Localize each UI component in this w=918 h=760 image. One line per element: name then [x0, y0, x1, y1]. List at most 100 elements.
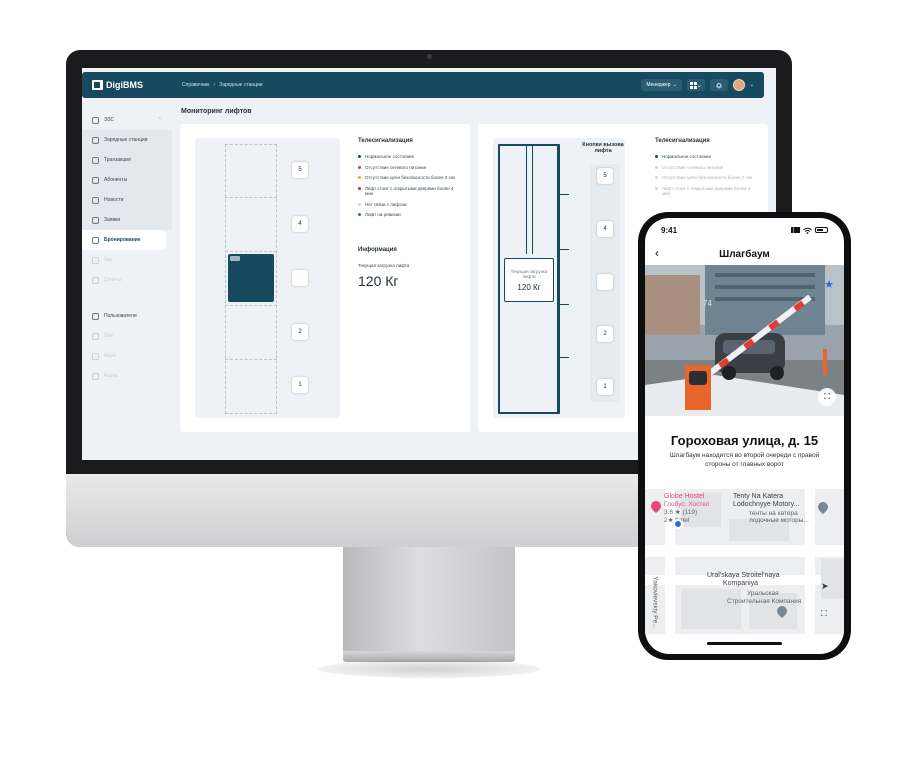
- station-icon: [92, 136, 99, 144]
- chevron-down-icon: ⌄: [672, 82, 677, 88]
- legend-item: Лифт стоит с открытыми дверями более 4 м…: [655, 186, 755, 197]
- map-label-tenty: Tenty Na Katera: [733, 493, 784, 500]
- imac-stand: [343, 547, 515, 654]
- floor-button[interactable]: [292, 270, 308, 286]
- elevator-card-left: 5 4 2 1 Телесигнализация Нормальное сост…: [180, 124, 470, 432]
- legend-item: Отсутствие сетевого питания: [655, 165, 755, 171]
- sidebar-item-step[interactable]: Шаг: [82, 326, 172, 346]
- chevron-down-icon[interactable]: ⌄: [750, 82, 754, 88]
- elevator-cabin[interactable]: Текущая загрузка лифта 120 Кг: [504, 258, 554, 302]
- barrier-photo-image: [645, 265, 844, 416]
- edit-icon: [92, 332, 99, 340]
- place-pin-icon[interactable]: [777, 606, 787, 618]
- sidebar-item-subscribers[interactable]: Абоненты: [82, 170, 172, 190]
- page-title: Мониторинг лифтов: [181, 108, 252, 115]
- sidebar-item-chat[interactable]: Чат: [82, 250, 172, 270]
- camera-icon: [230, 256, 240, 261]
- screen-title: Шлагбаум: [719, 248, 770, 260]
- info-title: Информация: [358, 247, 397, 253]
- sidebar-item-transactions[interactable]: Транзакции: [82, 150, 172, 170]
- notifications-button[interactable]: [709, 79, 728, 91]
- battery-icon: [815, 227, 828, 233]
- barrier-photo[interactable]: 74: [645, 265, 844, 416]
- grid-icon: [689, 81, 697, 89]
- fullscreen-icon[interactable]: ⛶: [818, 388, 836, 406]
- sidebar-item-news[interactable]: Новости: [82, 190, 172, 210]
- requests-icon: [92, 216, 99, 224]
- logo-icon: [92, 80, 103, 90]
- telesignal-title: Телесигнализация: [655, 138, 710, 144]
- breadcrumb-separator: ›: [213, 82, 216, 88]
- call-button[interactable]: 4: [597, 221, 613, 237]
- signal-icon: [791, 227, 800, 233]
- sidebar-item-charging-stations[interactable]: Зарядные станции: [82, 130, 172, 150]
- sidebar-item-map[interactable]: Карта: [82, 366, 172, 386]
- stand-shadow: [318, 660, 540, 678]
- legend-item: Отсутствие цепи безопасности более 2 сек: [655, 175, 755, 181]
- floor-button[interactable]: 1: [292, 377, 308, 393]
- chevron-down-icon: ⌄: [696, 82, 702, 89]
- role-label: Менеджер: [646, 82, 671, 88]
- legend-item: Лифт стоит с открытыми дверями более 4 м…: [358, 186, 458, 197]
- map[interactable]: Globe Hostel Глобус. Хостел 3.6 ★ (119) …: [645, 489, 844, 634]
- status-time: 9:41: [661, 225, 678, 235]
- map-label-tenty-ru-2: лодочные моторы...: [749, 517, 809, 524]
- map-label-globe-ru: Глобус. Хостел: [664, 501, 710, 508]
- location-dot: [673, 519, 683, 529]
- status-bar: 9:41: [645, 218, 844, 242]
- call-button[interactable]: 5: [597, 168, 613, 184]
- logo[interactable]: DigiBMS: [92, 80, 182, 90]
- sidebar-item-booking[interactable]: Бронирование: [82, 230, 166, 250]
- chevron-up-icon: ⌃: [157, 117, 162, 123]
- address-title: Гороховая улица, д. 15: [670, 433, 819, 448]
- fullscreen-icon[interactable]: ⛶: [821, 609, 827, 619]
- transactions-icon: [92, 156, 99, 164]
- load-label: Текущая загрузка лифта: [510, 268, 548, 279]
- breadcrumb-item[interactable]: Справочник: [182, 82, 210, 88]
- legend-item: Нормальное состояние: [655, 154, 755, 160]
- map-label-ural-2: Kompaniya: [723, 580, 759, 587]
- star-icon[interactable]: ★: [821, 276, 837, 292]
- map-label-ural-ru: Уральская: [747, 590, 779, 597]
- navigate-icon[interactable]: ➤: [821, 581, 829, 592]
- logo-text: DigiBMS: [106, 80, 143, 90]
- avatar[interactable]: [732, 79, 745, 91]
- map-label-tenty-2: Lodochnyye Motory...: [733, 501, 800, 508]
- role-dropdown[interactable]: Менеджер ⌄: [641, 79, 682, 91]
- load-value: 120 Кг: [358, 273, 399, 289]
- apps-grid-button[interactable]: ⌄: [686, 79, 705, 91]
- status-legend: Нормальное состояние Отсутствие сетевого…: [358, 154, 458, 218]
- map-label-ural: Ural'skaya Stroitel'naya: [707, 572, 780, 579]
- legend-item: Лифт на ревизии: [358, 212, 458, 218]
- wifi-icon: [803, 227, 812, 234]
- load-value: 120 Кг: [517, 282, 541, 292]
- place-pin-icon[interactable]: [818, 502, 828, 514]
- sidebar-item-ezs[interactable]: ЭЗС ⌃: [82, 110, 172, 130]
- building-number: 74: [703, 299, 712, 308]
- sidebar-item-requests[interactable]: Заявки: [82, 210, 172, 230]
- call-button[interactable]: [597, 274, 613, 290]
- sidebar-item-phase[interactable]: Фаза: [82, 346, 172, 366]
- floor-button[interactable]: 2: [292, 324, 308, 340]
- chat-icon: [92, 256, 99, 264]
- sidebar-item-users[interactable]: Пользователи: [82, 306, 172, 326]
- cable: [526, 144, 527, 254]
- call-buttons-title: Кнопки вызова лифта: [582, 142, 624, 154]
- breadcrumb-item[interactable]: Зарядные станции: [219, 82, 262, 88]
- phase-icon: [92, 352, 99, 360]
- user-group-icon: [92, 312, 99, 320]
- sidebar-item-reports[interactable]: Отчеты: [82, 270, 172, 290]
- map-icon: [92, 372, 99, 380]
- reports-icon: [92, 276, 99, 284]
- bell-icon: [716, 82, 722, 88]
- map-label-street: Yakovlevskiy Pe...: [651, 576, 659, 629]
- legend-item: Нормальное состояние: [358, 154, 458, 160]
- top-bar: DigiBMS Справочник › Зарядные станции Ме…: [82, 72, 764, 98]
- elevator-cabin[interactable]: [228, 254, 274, 302]
- call-button[interactable]: 2: [597, 326, 613, 342]
- floor-button[interactable]: 5: [292, 162, 308, 178]
- call-button[interactable]: 1: [597, 379, 613, 395]
- hotel-pin-icon[interactable]: [651, 501, 661, 513]
- floor-button[interactable]: 4: [292, 216, 308, 232]
- load-label: Текущая загрузка лифта: [358, 263, 410, 268]
